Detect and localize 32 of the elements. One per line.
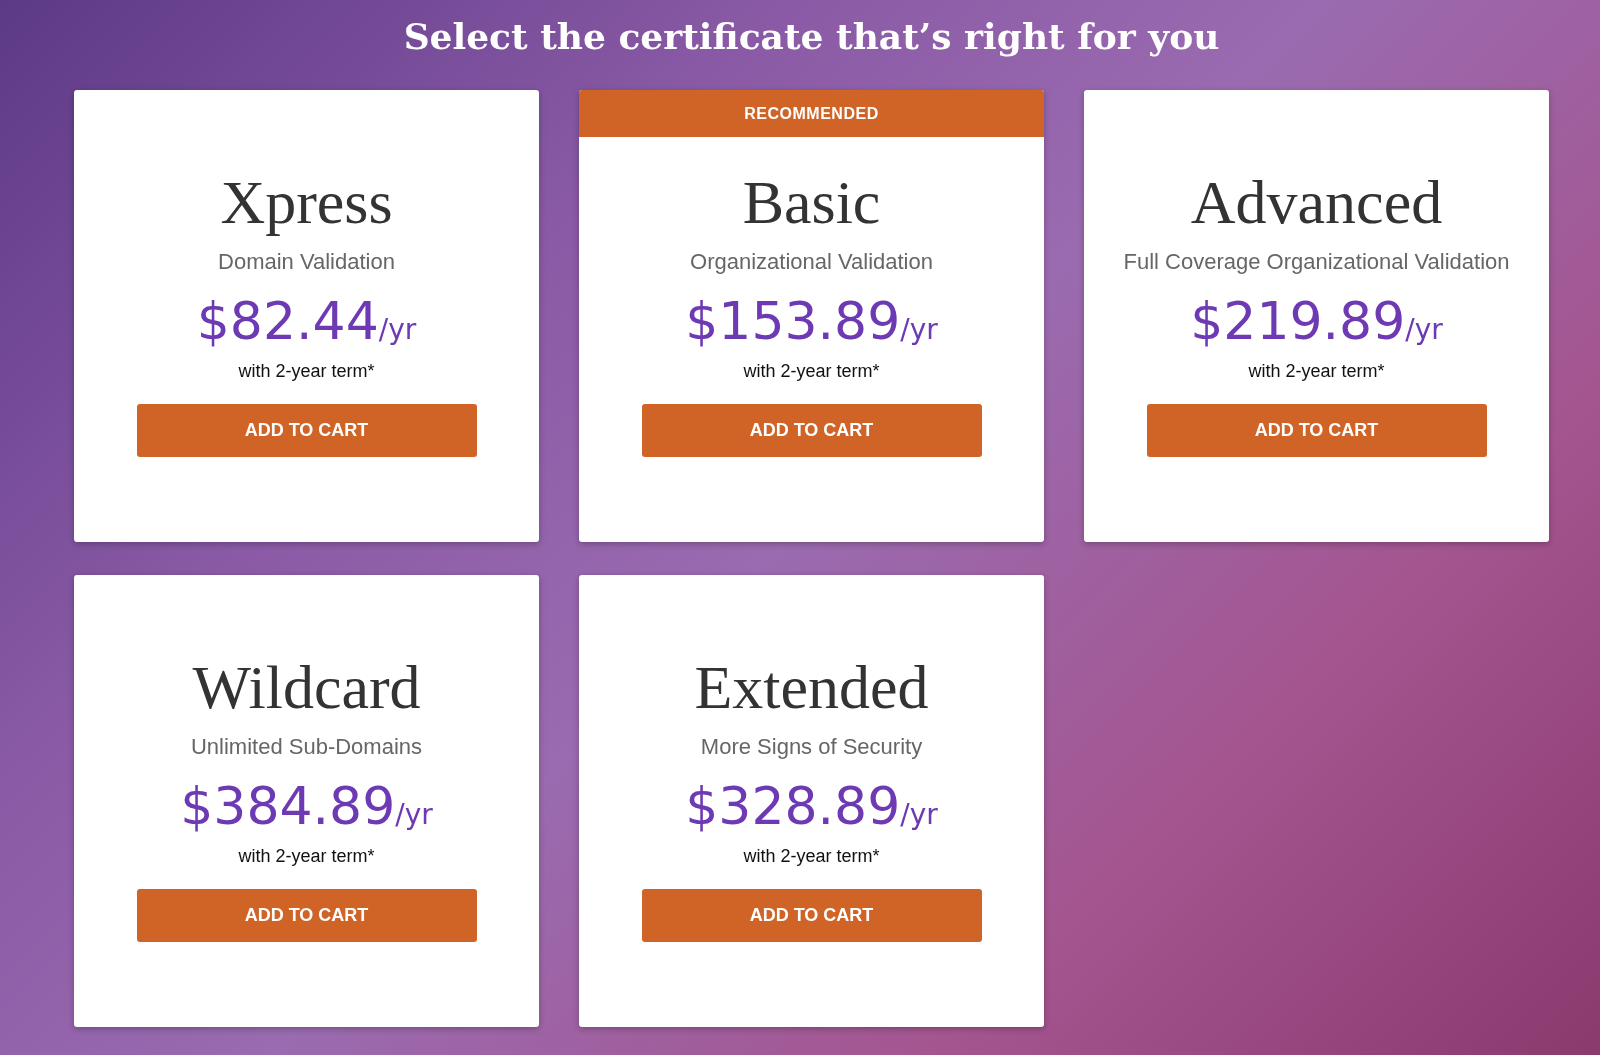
plan-name: Advanced	[1190, 167, 1443, 237]
plan-price: $82.44	[196, 290, 379, 353]
page-heading: Select the certificate that’s right for you	[402, 14, 1221, 59]
add-to-cart-button[interactable]: ADD TO CART	[136, 889, 477, 942]
term-note: with 2-year term*	[1248, 361, 1385, 382]
price-unit: /yr	[395, 798, 433, 831]
plan-price: $153.89	[685, 290, 901, 353]
price-unit: /yr	[900, 313, 938, 346]
price-unit: /yr	[900, 798, 938, 831]
add-to-cart-button[interactable]: ADD TO CART	[136, 404, 477, 457]
plan-subtitle: Domain Validation	[218, 249, 395, 275]
plan-subtitle: Full Coverage Organizational Validation	[1123, 249, 1510, 275]
price-unit: /yr	[378, 313, 417, 346]
term-note: with 2-year term*	[238, 846, 375, 867]
add-to-cart-button[interactable]: ADD TO CART	[641, 404, 982, 457]
term-note: with 2-year term*	[743, 361, 880, 382]
plan-name: Wildcard	[192, 652, 421, 722]
term-note: with 2-year term*	[743, 846, 880, 867]
plan-subtitle: Unlimited Sub-Domains	[190, 734, 423, 760]
price-unit: /yr	[1405, 313, 1443, 346]
plan-name: Extended	[694, 652, 929, 722]
term-note: with 2-year term*	[238, 361, 375, 382]
plan-name: Xpress	[220, 167, 393, 237]
plan-subtitle: More Signs of Security	[700, 734, 923, 760]
plan-name: Basic	[742, 167, 881, 237]
add-to-cart-button[interactable]: ADD TO CART	[641, 889, 982, 942]
plan-price: $219.89	[1190, 290, 1406, 353]
plan-price: $328.89	[685, 775, 901, 838]
plan-price: $384.89	[180, 775, 396, 838]
plan-subtitle: Organizational Validation	[690, 249, 933, 275]
recommended-banner: RECOMMENDED	[579, 90, 1044, 137]
add-to-cart-button[interactable]: ADD TO CART	[1146, 404, 1487, 457]
